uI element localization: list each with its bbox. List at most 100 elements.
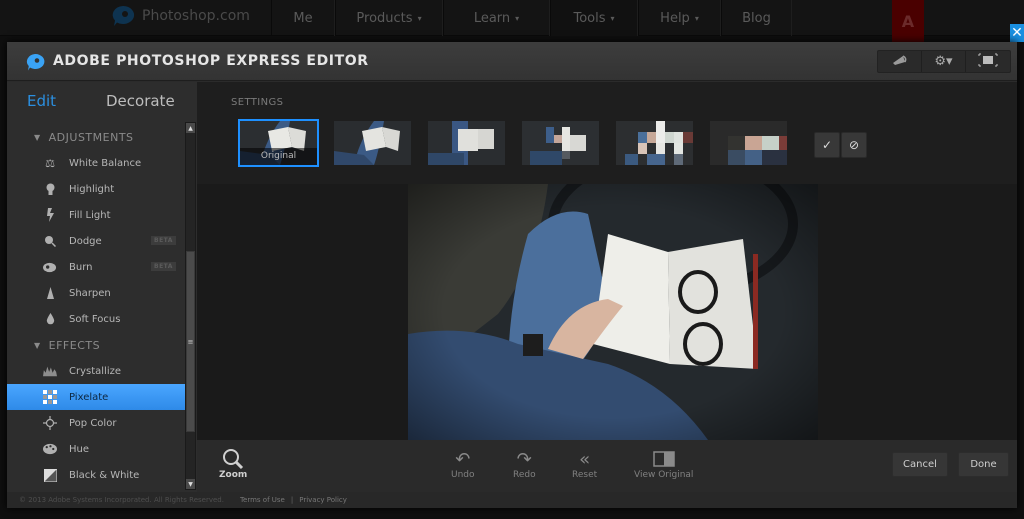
cancel-circle-icon: ⊘ bbox=[848, 138, 860, 152]
scale-icon: ⚖ bbox=[45, 156, 55, 170]
item-label: Highlight bbox=[69, 183, 115, 195]
view-original-button[interactable]: View Original bbox=[634, 448, 693, 480]
announcements-button[interactable] bbox=[878, 51, 922, 72]
nav-label: Blog bbox=[742, 10, 771, 26]
preset-thumbnail-level-1[interactable] bbox=[334, 121, 411, 165]
thumbnail-image bbox=[616, 121, 693, 165]
fullscreen-button[interactable] bbox=[966, 51, 1010, 72]
nav-item-learn[interactable]: Learn ▾ bbox=[443, 0, 550, 36]
cancel-button[interactable]: Cancel bbox=[892, 452, 948, 477]
photoshop-com-logo[interactable]: Photoshop.com bbox=[110, 5, 250, 27]
pixelate-presets: Original bbox=[238, 119, 787, 167]
sidebar-item-hue[interactable]: Hue bbox=[7, 436, 185, 462]
editor-footer: © 2013 Adobe Systems Incorporated. All R… bbox=[7, 492, 1017, 508]
section-label: EFFECTS bbox=[48, 338, 101, 352]
zoom-tool-button[interactable]: Zoom bbox=[219, 448, 247, 480]
copyright-text: © 2013 Adobe Systems Incorporated. All R… bbox=[19, 496, 224, 504]
close-editor-button[interactable]: ✕ bbox=[1010, 24, 1024, 42]
pixelate-icon bbox=[43, 390, 57, 404]
bottom-toolbar: Zoom ↶ Undo ↷ Redo « Reset View Original… bbox=[197, 440, 1017, 492]
nav-item-tools[interactable]: Tools ▾ bbox=[550, 0, 638, 36]
chevron-down-icon: ▾ bbox=[515, 13, 520, 23]
nav-item-blog[interactable]: Blog bbox=[721, 0, 792, 36]
thumbnail-image bbox=[334, 121, 411, 165]
undo-button[interactable]: ↶ Undo bbox=[451, 448, 475, 481]
preset-thumbnail-level-5[interactable] bbox=[710, 121, 787, 165]
editor-toolbar: ⚙▾ bbox=[877, 50, 1011, 73]
undo-icon: ↶ bbox=[455, 448, 471, 470]
lightning-icon bbox=[43, 208, 57, 222]
nav-label: Learn bbox=[473, 10, 511, 26]
fullscreen-icon bbox=[978, 53, 998, 71]
item-label: Fill Light bbox=[69, 209, 111, 221]
site-logo-text: Photoshop.com bbox=[142, 8, 250, 24]
sidebar-item-pixelate[interactable]: Pixelate bbox=[7, 384, 185, 410]
photoshop-express-logo-icon bbox=[26, 53, 45, 71]
tab-decorate[interactable]: Decorate bbox=[106, 92, 175, 110]
tool-label: View Original bbox=[634, 470, 694, 480]
sidebar-item-pop-color[interactable]: Pop Color bbox=[7, 410, 185, 436]
sidebar-item-crystallize[interactable]: Crystallize bbox=[7, 358, 185, 384]
tab-edit[interactable]: Edit bbox=[27, 92, 106, 110]
tools-sidebar: Edit Decorate ▼ ADJUSTMENTS ⚖ White Balanc… bbox=[7, 82, 197, 492]
dodge-icon bbox=[43, 234, 57, 248]
nav-item-help[interactable]: Help ▾ bbox=[638, 0, 721, 36]
privacy-policy-link[interactable]: Privacy Policy bbox=[299, 496, 347, 504]
scroll-up-arrow-icon[interactable]: ▲ bbox=[186, 123, 195, 133]
tool-label: Redo bbox=[513, 470, 536, 480]
black-white-icon bbox=[43, 468, 57, 482]
section-label: ADJUSTMENTS bbox=[48, 130, 134, 144]
sidebar-item-sharpen[interactable]: Sharpen bbox=[7, 280, 185, 306]
sidebar-scrollbar[interactable]: ▲ ≡ ▼ bbox=[185, 122, 196, 490]
sidebar-item-highlight[interactable]: Highlight bbox=[7, 176, 185, 202]
sidebar-item-black-white[interactable]: Black & White bbox=[7, 462, 185, 488]
nav-label: Tools bbox=[573, 10, 606, 26]
gear-icon: ⚙▾ bbox=[934, 54, 953, 69]
palette-icon bbox=[43, 442, 57, 456]
image-canvas bbox=[197, 184, 1017, 440]
redo-button[interactable]: ↷ Redo bbox=[513, 448, 536, 481]
sidebar-item-burn[interactable]: Burn BETA bbox=[7, 254, 185, 280]
editor-window: ADOBE PHOTOSHOP EXPRESS EDITOR ⚙▾ Edit D… bbox=[7, 42, 1017, 508]
reset-button[interactable]: « Reset bbox=[572, 448, 597, 481]
item-label: Burn bbox=[69, 261, 93, 273]
megaphone-icon bbox=[892, 54, 908, 70]
nav-label: Me bbox=[293, 10, 313, 26]
redo-icon: ↷ bbox=[516, 448, 532, 470]
preset-thumbnail-level-2[interactable] bbox=[428, 121, 505, 165]
reset-icon: « bbox=[579, 448, 591, 470]
preset-thumbnail-original[interactable]: Original bbox=[238, 119, 319, 167]
sidebar-item-fill-light[interactable]: Fill Light bbox=[7, 202, 185, 228]
apply-controls: ✓ ⊘ bbox=[814, 132, 867, 158]
sidebar-item-soft-focus[interactable]: Soft Focus bbox=[7, 306, 185, 332]
photoshop-bubble-icon bbox=[112, 5, 135, 26]
terms-of-use-link[interactable]: Terms of Use bbox=[240, 496, 285, 504]
scrollbar-thumb[interactable]: ≡ bbox=[186, 251, 195, 432]
adobe-logo-icon[interactable]: A bbox=[892, 0, 924, 42]
editor-title: ADOBE PHOTOSHOP EXPRESS EDITOR bbox=[53, 53, 369, 69]
apply-button[interactable]: ✓ bbox=[814, 132, 840, 158]
section-adjustments[interactable]: ▼ ADJUSTMENTS bbox=[7, 124, 185, 150]
sharpen-icon bbox=[43, 286, 57, 300]
nav-label: Products bbox=[356, 10, 413, 26]
sidebar-item-dodge[interactable]: Dodge BETA bbox=[7, 228, 185, 254]
scroll-down-arrow-icon[interactable]: ▼ bbox=[186, 479, 195, 489]
item-label: Soft Focus bbox=[69, 313, 121, 325]
preset-thumbnail-level-4[interactable] bbox=[616, 121, 693, 165]
sidebar-item-white-balance[interactable]: ⚖ White Balance bbox=[7, 150, 185, 176]
item-label: Crystallize bbox=[69, 365, 122, 377]
nav-item-products[interactable]: Products ▾ bbox=[335, 0, 443, 36]
item-label: Sharpen bbox=[69, 287, 111, 299]
thumbnail-image bbox=[710, 121, 787, 165]
nav-item-me[interactable]: Me bbox=[271, 0, 335, 36]
section-effects[interactable]: ▼ EFFECTS bbox=[7, 332, 185, 358]
photo-preview[interactable] bbox=[408, 184, 818, 440]
crystallize-icon bbox=[43, 364, 57, 378]
checkmark-icon: ✓ bbox=[821, 138, 833, 152]
site-nav-menu: Me Products ▾ Learn ▾ Tools ▾ Help ▾ Blog bbox=[271, 0, 792, 36]
settings-menu-button[interactable]: ⚙▾ bbox=[922, 51, 966, 72]
done-button[interactable]: Done bbox=[958, 452, 1009, 477]
tools-list: ▼ ADJUSTMENTS ⚖ White Balance Highlight Fi… bbox=[7, 124, 185, 490]
cancel-effect-button[interactable]: ⊘ bbox=[841, 132, 867, 158]
preset-thumbnail-level-3[interactable] bbox=[522, 121, 599, 165]
